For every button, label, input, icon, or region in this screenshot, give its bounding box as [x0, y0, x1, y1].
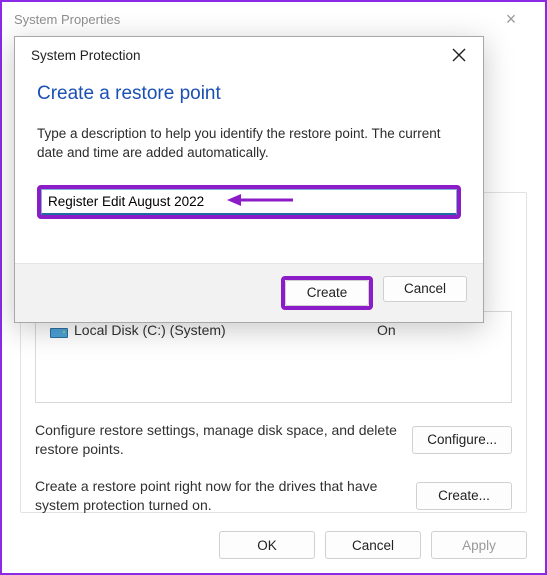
create-button-highlight: Create	[281, 276, 373, 310]
cancel-button[interactable]: Cancel	[383, 276, 467, 302]
drive-protection-status: On	[377, 322, 497, 338]
dlg-title: System Protection	[31, 48, 447, 63]
drive-row[interactable]: Local Disk (C:) (System) On	[50, 322, 497, 338]
bg-window-title: System Properties	[14, 12, 489, 27]
restore-description-input[interactable]	[41, 189, 457, 215]
apply-button[interactable]: Apply	[431, 531, 527, 559]
system-protection-dialog: System Protection Create a restore point…	[14, 36, 484, 323]
bg-titlebar: System Properties ×	[2, 2, 545, 36]
dialog-bottom-buttons: OK Cancel Apply	[219, 531, 527, 559]
create-button[interactable]: Create	[285, 280, 369, 306]
close-icon[interactable]: ×	[489, 2, 533, 36]
create-description: Create a restore point right now for the…	[35, 477, 402, 515]
cancel-button[interactable]: Cancel	[325, 531, 421, 559]
disk-icon	[50, 323, 68, 337]
create-restore-point-button[interactable]: Create...	[416, 482, 512, 510]
dlg-footer: Create Cancel	[15, 263, 483, 322]
configure-button[interactable]: Configure...	[412, 426, 512, 454]
close-icon[interactable]	[447, 43, 471, 67]
dlg-titlebar: System Protection	[15, 37, 483, 73]
configure-description: Configure restore settings, manage disk …	[35, 421, 398, 459]
drive-list: Local Disk (C:) (System) On	[35, 311, 512, 403]
drive-name: Local Disk (C:) (System)	[74, 322, 377, 338]
dlg-heading: Create a restore point	[37, 83, 461, 105]
restore-description-highlight	[37, 185, 461, 219]
dlg-description: Type a description to help you identify …	[37, 125, 461, 163]
ok-button[interactable]: OK	[219, 531, 315, 559]
